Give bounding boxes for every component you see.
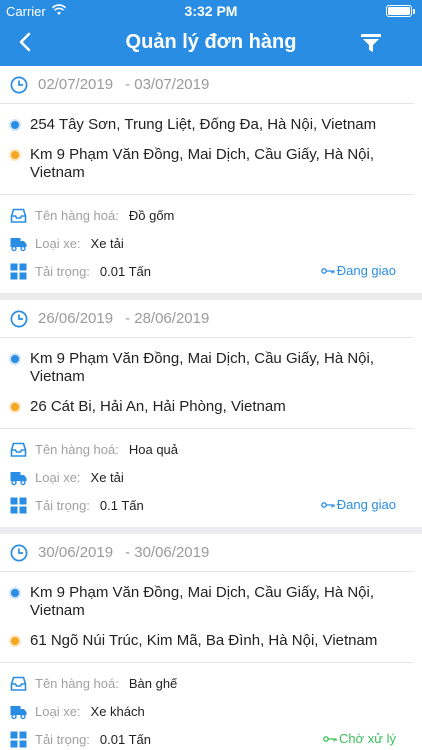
pickup-dot-icon [11, 355, 19, 363]
address-block: 254 Tây Sơn, Trung Liệt, Đống Đa, Hà Nội… [0, 104, 414, 195]
vehicle-value: Xe tải [90, 469, 124, 485]
dropoff-address: 61 Ngõ Núi Trúc, Kim Mã, Ba Đình, Hà Nội… [0, 620, 414, 650]
grid-icon [10, 731, 27, 747]
goods-label: Tên hàng hoá: [35, 207, 119, 223]
dropoff-address: Km 9 Phạm Văn Đồng, Mai Dịch, Cầu Giấy, … [0, 134, 414, 182]
load-row: Tải trọng: 0.01 Tấn Chờ xử lý [0, 725, 422, 750]
dropoff-address-text: 61 Ngõ Núi Trúc, Kim Mã, Ba Đình, Hà Nội… [30, 632, 378, 649]
order-info: Tên hàng hoá: Bàn ghế Loại xe: Xe khách … [0, 663, 422, 750]
goods-row: Tên hàng hoá: Đồ gốm [0, 201, 422, 229]
date-to: - 30/06/2019 [125, 544, 210, 561]
date-row: 02/07/2019 - 03/07/2019 [0, 66, 414, 104]
goods-label: Tên hàng hoá: [35, 441, 119, 457]
date-to: - 03/07/2019 [125, 76, 210, 93]
order-info: Tên hàng hoá: Hoa quả Loại xe: Xe tải Tả… [0, 429, 422, 527]
clock-icon [10, 310, 28, 327]
address-block: Km 9 Phạm Văn Đồng, Mai Dịch, Cầu Giấy, … [0, 572, 414, 663]
vehicle-row: Loại xe: Xe tải [0, 463, 422, 491]
truck-icon [10, 705, 27, 719]
clock-icon [10, 544, 28, 561]
vehicle-label: Loại xe: [35, 469, 81, 485]
load-label: Tải trọng: [35, 263, 90, 279]
key-icon [320, 501, 335, 508]
goods-row: Tên hàng hoá: Hoa quả [0, 435, 422, 463]
load-label: Tải trọng: [35, 497, 90, 513]
load-value: 0.1 Tấn [99, 497, 144, 513]
pickup-dot-icon [11, 121, 19, 129]
dropoff-address: 26 Cát Bi, Hải An, Hải Phòng, Vietnam [0, 386, 414, 416]
date-from: 26/06/2019 [38, 310, 114, 327]
vehicle-value: Xe khách [90, 703, 145, 719]
grid-icon [10, 263, 27, 279]
vehicle-label: Loại xe: [35, 703, 81, 719]
inbox-icon [10, 208, 27, 223]
status-text: Đang giao [336, 263, 396, 278]
goods-value: Hoa quả [128, 441, 179, 457]
pickup-dot-icon [11, 589, 19, 597]
load-value: 0.01 Tấn [99, 263, 152, 279]
load-row: Tải trọng: 0.1 Tấn Đang giao [0, 491, 422, 519]
clock-icon [10, 76, 28, 93]
load-label: Tải trọng: [35, 731, 90, 747]
status-badge: Đang giao [320, 263, 396, 278]
load-value: 0.01 Tấn [99, 731, 152, 747]
status-badge: Chờ xử lý [323, 731, 396, 746]
load-row: Tải trọng: 0.01 Tấn Đang giao [0, 257, 422, 285]
dropoff-dot-icon [11, 403, 19, 411]
status-text: Chờ xử lý [339, 731, 396, 746]
pickup-address: 254 Tây Sơn, Trung Liệt, Đống Đa, Hà Nội… [0, 104, 414, 134]
battery-icon [386, 5, 415, 17]
app-header: Carrier 3:32 PM Quản lý đơn hàng [0, 0, 422, 66]
status-badge: Đang giao [320, 497, 396, 512]
pickup-address-text: 254 Tây Sơn, Trung Liệt, Đống Đa, Hà Nội… [30, 116, 377, 133]
status-text: Đang giao [336, 497, 396, 512]
date-row: 26/06/2019 - 28/06/2019 [0, 300, 414, 338]
order-card[interactable]: 26/06/2019 - 28/06/2019 Km 9 Phạm Văn Đồ… [0, 300, 422, 527]
key-icon [320, 267, 335, 274]
truck-icon [10, 471, 27, 485]
goods-value: Đồ gốm [128, 207, 175, 223]
date-to: - 28/06/2019 [125, 310, 210, 327]
dropoff-address-text: 26 Cát Bi, Hải An, Hải Phòng, Vietnam [30, 398, 286, 415]
vehicle-row: Loại xe: Xe khách [0, 697, 422, 725]
pickup-address-text: Km 9 Phạm Văn Đồng, Mai Dịch, Cầu Giấy, … [30, 350, 375, 385]
goods-row: Tên hàng hoá: Bàn ghế [0, 669, 422, 697]
truck-icon [10, 237, 27, 251]
address-block: Km 9 Phạm Văn Đồng, Mai Dịch, Cầu Giấy, … [0, 338, 414, 429]
page-title: Quản lý đơn hàng [125, 31, 297, 53]
pickup-address: Km 9 Phạm Văn Đồng, Mai Dịch, Cầu Giấy, … [0, 572, 414, 620]
inbox-icon [10, 442, 27, 457]
status-time: 3:32 PM [184, 3, 238, 19]
filter-funnel-icon[interactable] [360, 32, 382, 54]
dropoff-address-text: Km 9 Phạm Văn Đồng, Mai Dịch, Cầu Giấy, … [30, 146, 375, 181]
vehicle-row: Loại xe: Xe tải [0, 229, 422, 257]
order-list: 02/07/2019 - 03/07/2019 254 Tây Sơn, Tru… [0, 66, 422, 750]
key-icon [323, 735, 337, 742]
date-row: 30/06/2019 - 30/06/2019 [0, 534, 414, 572]
date-from: 02/07/2019 [38, 76, 114, 93]
order-info: Tên hàng hoá: Đồ gốm Loại xe: Xe tải Tải… [0, 195, 422, 293]
dropoff-dot-icon [11, 151, 19, 159]
pickup-address: Km 9 Phạm Văn Đồng, Mai Dịch, Cầu Giấy, … [0, 338, 414, 386]
date-from: 30/06/2019 [38, 544, 114, 561]
order-card[interactable]: 30/06/2019 - 30/06/2019 Km 9 Phạm Văn Đồ… [0, 534, 422, 750]
goods-label: Tên hàng hoá: [35, 675, 119, 691]
grid-icon [10, 497, 27, 513]
vehicle-value: Xe tải [90, 235, 124, 251]
pickup-address-text: Km 9 Phạm Văn Đồng, Mai Dịch, Cầu Giấy, … [30, 584, 375, 619]
status-bar: Carrier 3:32 PM [0, 0, 422, 22]
vehicle-label: Loại xe: [35, 235, 81, 251]
order-card[interactable]: 02/07/2019 - 03/07/2019 254 Tây Sơn, Tru… [0, 66, 422, 293]
inbox-icon [10, 676, 27, 691]
dropoff-dot-icon [11, 637, 19, 645]
goods-value: Bàn ghế [128, 675, 178, 691]
